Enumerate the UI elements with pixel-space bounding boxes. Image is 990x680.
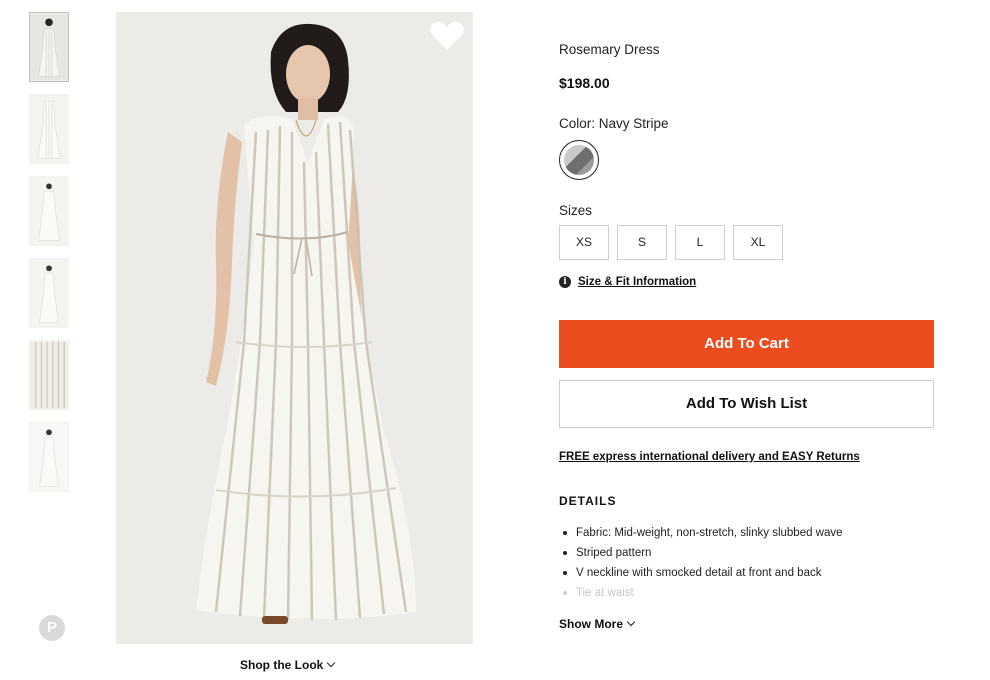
size-button-xs[interactable]: XS: [559, 225, 609, 260]
thumbnail-4[interactable]: [29, 258, 69, 328]
details-item: Tie at waist: [559, 585, 843, 605]
details-list: Fabric: Mid-weight, non-stretch, slinky …: [559, 525, 843, 605]
main-product-image: [116, 12, 473, 644]
add-to-wish-list-button[interactable]: Add To Wish List: [559, 380, 934, 428]
thumbnail-6[interactable]: [29, 422, 69, 492]
size-button-xl[interactable]: XL: [733, 225, 783, 260]
size-fit-information-link[interactable]: i Size & Fit Information: [559, 276, 696, 288]
thumbnail-2[interactable]: [29, 94, 69, 164]
show-more-button[interactable]: Show More: [559, 617, 636, 631]
dress-thumbnail-icon: [30, 259, 68, 327]
color-swatch-navy-stripe[interactable]: [559, 140, 599, 180]
thumbnail-1[interactable]: [29, 12, 69, 82]
info-icon: i: [559, 276, 571, 288]
heart-icon[interactable]: [429, 20, 465, 52]
details-item: Fabric: Mid-weight, non-stretch, slinky …: [559, 525, 843, 545]
fabric-thumbnail-icon: [30, 341, 68, 409]
thumbnail-3[interactable]: [29, 176, 69, 246]
show-more-label: Show More: [559, 617, 624, 631]
shop-the-look-link[interactable]: Shop the Look: [240, 658, 336, 672]
details-item: V neckline with smocked detail at front …: [559, 565, 843, 585]
model-photo: [116, 12, 473, 644]
product-price: $198.00: [559, 75, 610, 91]
product-title: Rosemary Dress: [559, 42, 660, 57]
size-button-l[interactable]: L: [675, 225, 725, 260]
thumbnail-5[interactable]: [29, 340, 69, 410]
dress-thumbnail-icon: [30, 13, 68, 81]
chevron-down-icon: [626, 617, 636, 627]
add-to-cart-button[interactable]: Add To Cart: [559, 320, 934, 368]
delivery-returns-link[interactable]: FREE express international delivery and …: [559, 451, 860, 463]
details-heading: DETAILS: [559, 494, 617, 508]
details-item: Striped pattern: [559, 545, 843, 565]
size-button-s[interactable]: S: [617, 225, 667, 260]
swatch-fill: [564, 145, 594, 175]
pinterest-icon[interactable]: P: [39, 615, 65, 641]
color-label: Color: Navy Stripe: [559, 116, 669, 131]
chevron-down-icon: [327, 658, 336, 668]
dress-thumbnail-icon: [30, 423, 68, 491]
dress-thumbnail-icon: [30, 95, 68, 163]
shop-the-look-label: Shop the Look: [240, 658, 324, 672]
dress-thumbnail-icon: [30, 177, 68, 245]
sizes-label: Sizes: [559, 203, 593, 218]
size-fit-label: Size & Fit Information: [578, 276, 697, 288]
